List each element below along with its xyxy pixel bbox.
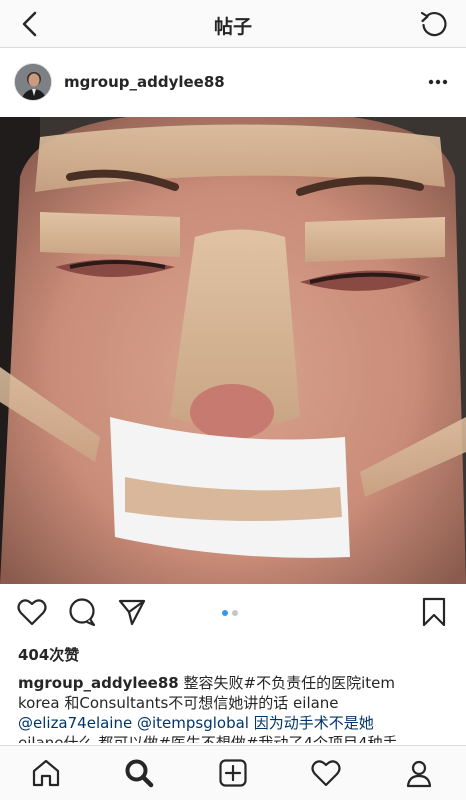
caption-line-1: mgroup_addylee88 整容失败#不负责任的医院item (18, 673, 454, 693)
caption-line-3[interactable]: @eliza74elaine @itempsglobal 因为动手术不是她 (18, 713, 454, 733)
activity-heart-icon[interactable] (309, 756, 343, 790)
bottom-tab-bar (0, 745, 466, 800)
carousel-dot-active (222, 610, 228, 616)
carousel-indicator (222, 610, 238, 616)
search-icon[interactable] (122, 756, 156, 790)
post-actions (0, 592, 466, 634)
heart-icon[interactable] (16, 596, 48, 628)
comment-icon[interactable] (66, 596, 98, 628)
more-horizontal-icon[interactable] (424, 70, 452, 94)
avatar[interactable] (14, 63, 52, 101)
post-caption: mgroup_addylee88 整容失败#不负责任的医院item korea … (18, 673, 454, 743)
caption-line-2: korea 和Consultants不可想信她讲的话 eilane (18, 694, 339, 712)
home-icon[interactable] (29, 756, 63, 790)
carousel-dot (232, 610, 238, 616)
bookmark-icon[interactable] (418, 596, 450, 628)
like-count[interactable]: 404次赞 (18, 644, 79, 665)
top-nav-bar: 帖子 (0, 0, 466, 48)
caption-line-4: eilane什么 都可以做#医生不想做#我动了4个项目4种手 (18, 734, 398, 743)
add-post-icon[interactable] (216, 756, 250, 790)
refresh-icon[interactable] (418, 8, 450, 40)
caption-text-1: 整容失败#不负责任的医院item (183, 674, 395, 692)
caption-username[interactable]: mgroup_addylee88 (18, 674, 179, 692)
post-username[interactable]: mgroup_addylee88 (64, 73, 225, 91)
post-header: mgroup_addylee88 (0, 58, 466, 110)
post-photo[interactable] (0, 117, 466, 584)
page-title: 帖子 (213, 16, 252, 38)
profile-icon[interactable] (402, 756, 436, 790)
share-icon[interactable] (116, 596, 148, 628)
